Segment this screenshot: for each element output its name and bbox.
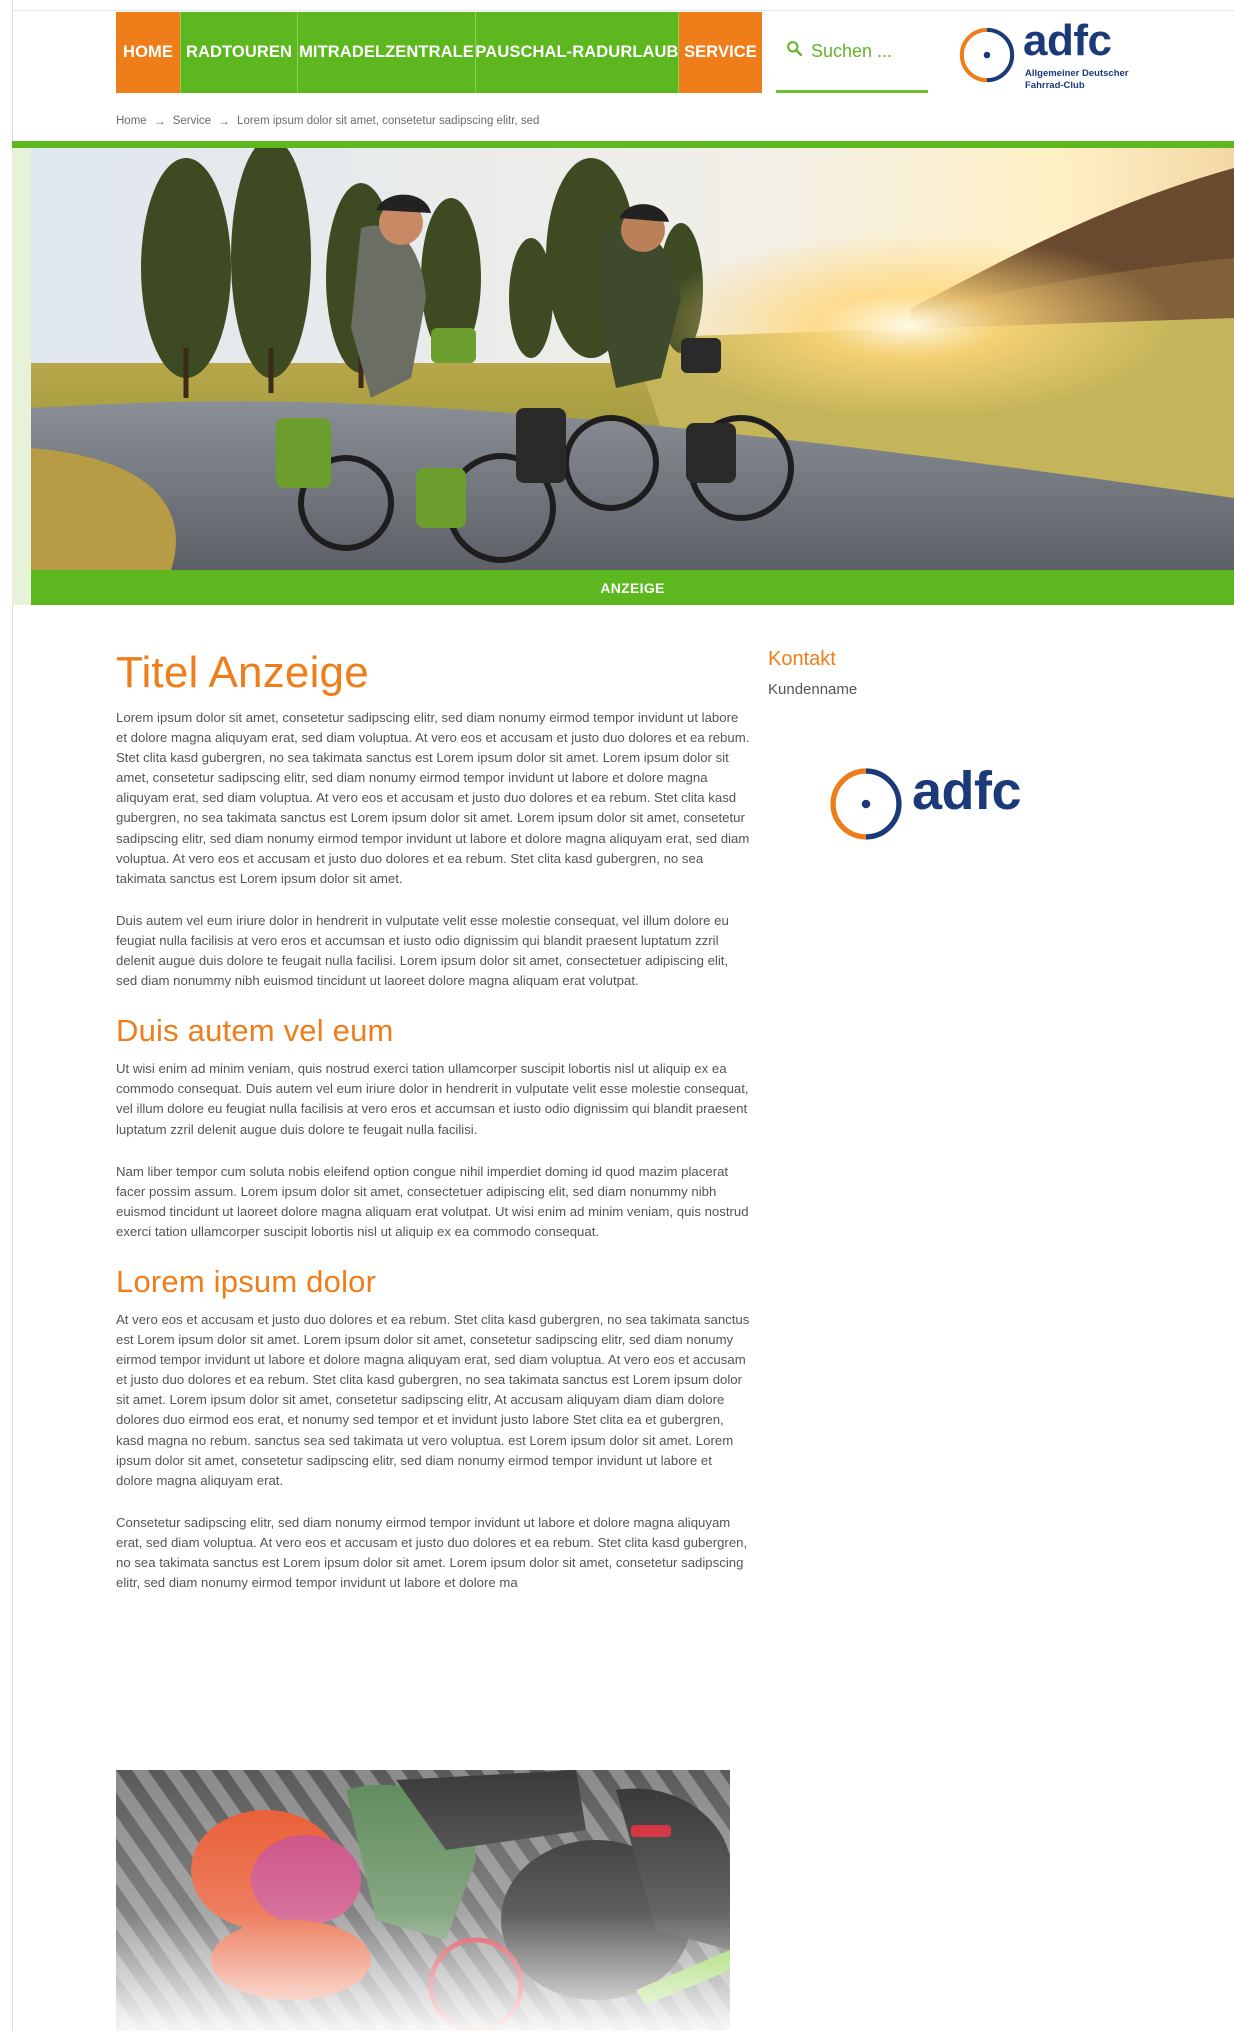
hero-side-accent <box>12 148 31 605</box>
nav-item-service[interactable]: SERVICE <box>679 12 762 93</box>
customer-name: Kundenname <box>768 681 858 698</box>
adfc-logo[interactable]: adfc Allgemeiner Deutscher Fahrrad-Club <box>958 16 1148 96</box>
section-paragraph: Nam liber tempor cum soluta nobis eleife… <box>116 1163 749 1239</box>
section-title-lorem-ipsum: Lorem ipsum dolor <box>116 1263 377 1299</box>
section-paragraph: Consetetur sadipscing elitr, sed diam no… <box>116 1514 748 1591</box>
adfc-logo-ring-icon <box>959 27 1015 83</box>
arrow-right-icon: → <box>153 114 166 128</box>
customer-logo[interactable]: adfc <box>828 761 1038 846</box>
page-frame-top <box>12 10 1234 11</box>
section-title-duis-autem: Duis autem vel eum <box>116 1013 394 1049</box>
nav-item-pauschal-radurlaub[interactable]: PAUSCHAL-RADURLAUB <box>475 12 679 93</box>
hero-caption-anzeige: ANZEIGE <box>31 570 1234 605</box>
main-content: Titel Anzeige Lorem ipsum dolor sit amet… <box>116 640 752 1615</box>
intro-paragraph: Lorem ipsum dolor sit amet, consetetur s… <box>116 710 750 886</box>
nav-item-home[interactable]: HOME <box>116 12 181 93</box>
search-box[interactable] <box>776 12 929 93</box>
section-paragraph: At vero eos et accusam et justo duo dolo… <box>116 1311 750 1488</box>
arrow-right-icon: → <box>218 114 231 128</box>
breadcrumb-service[interactable]: Service <box>173 115 211 127</box>
adfc-logo-ring-icon <box>830 768 902 840</box>
header-divider <box>12 141 1234 148</box>
logo-wordmark: adfc <box>1023 16 1112 65</box>
bottom-image-bike-bags <box>116 1770 730 2031</box>
search-icon <box>786 40 803 62</box>
nav-item-mitradelzentrale[interactable]: MITRADELZENTRALE <box>298 12 476 93</box>
breadcrumb-current: Lorem ipsum dolor sit amet, consetetur s… <box>237 115 540 127</box>
main-nav: HOME RADTOUREN MITRADELZENTRALE PAUSCHAL… <box>116 12 762 93</box>
breadcrumb-home[interactable]: Home <box>116 115 147 127</box>
intro-paragraph: Duis autem vel eum iriure dolor in hendr… <box>116 912 729 989</box>
search-input[interactable] <box>811 40 929 62</box>
customer-logo-wordmark: adfc <box>912 761 1022 821</box>
page-title: Titel Anzeige <box>116 648 369 697</box>
logo-subtitle: Allgemeiner Deutscher Fahrrad-Club <box>1025 68 1129 91</box>
hero-image-cyclists <box>31 148 1234 570</box>
sidebar-contact: Kontakt Kundenname adfc <box>768 648 1068 840</box>
section-paragraph: Ut wisi enim ad minim veniam, quis nostr… <box>116 1061 749 1137</box>
breadcrumb: Home → Service → Lorem ipsum dolor sit a… <box>116 114 539 128</box>
nav-item-radtouren[interactable]: RADTOUREN <box>181 12 298 93</box>
contact-title: Kontakt <box>768 648 836 670</box>
